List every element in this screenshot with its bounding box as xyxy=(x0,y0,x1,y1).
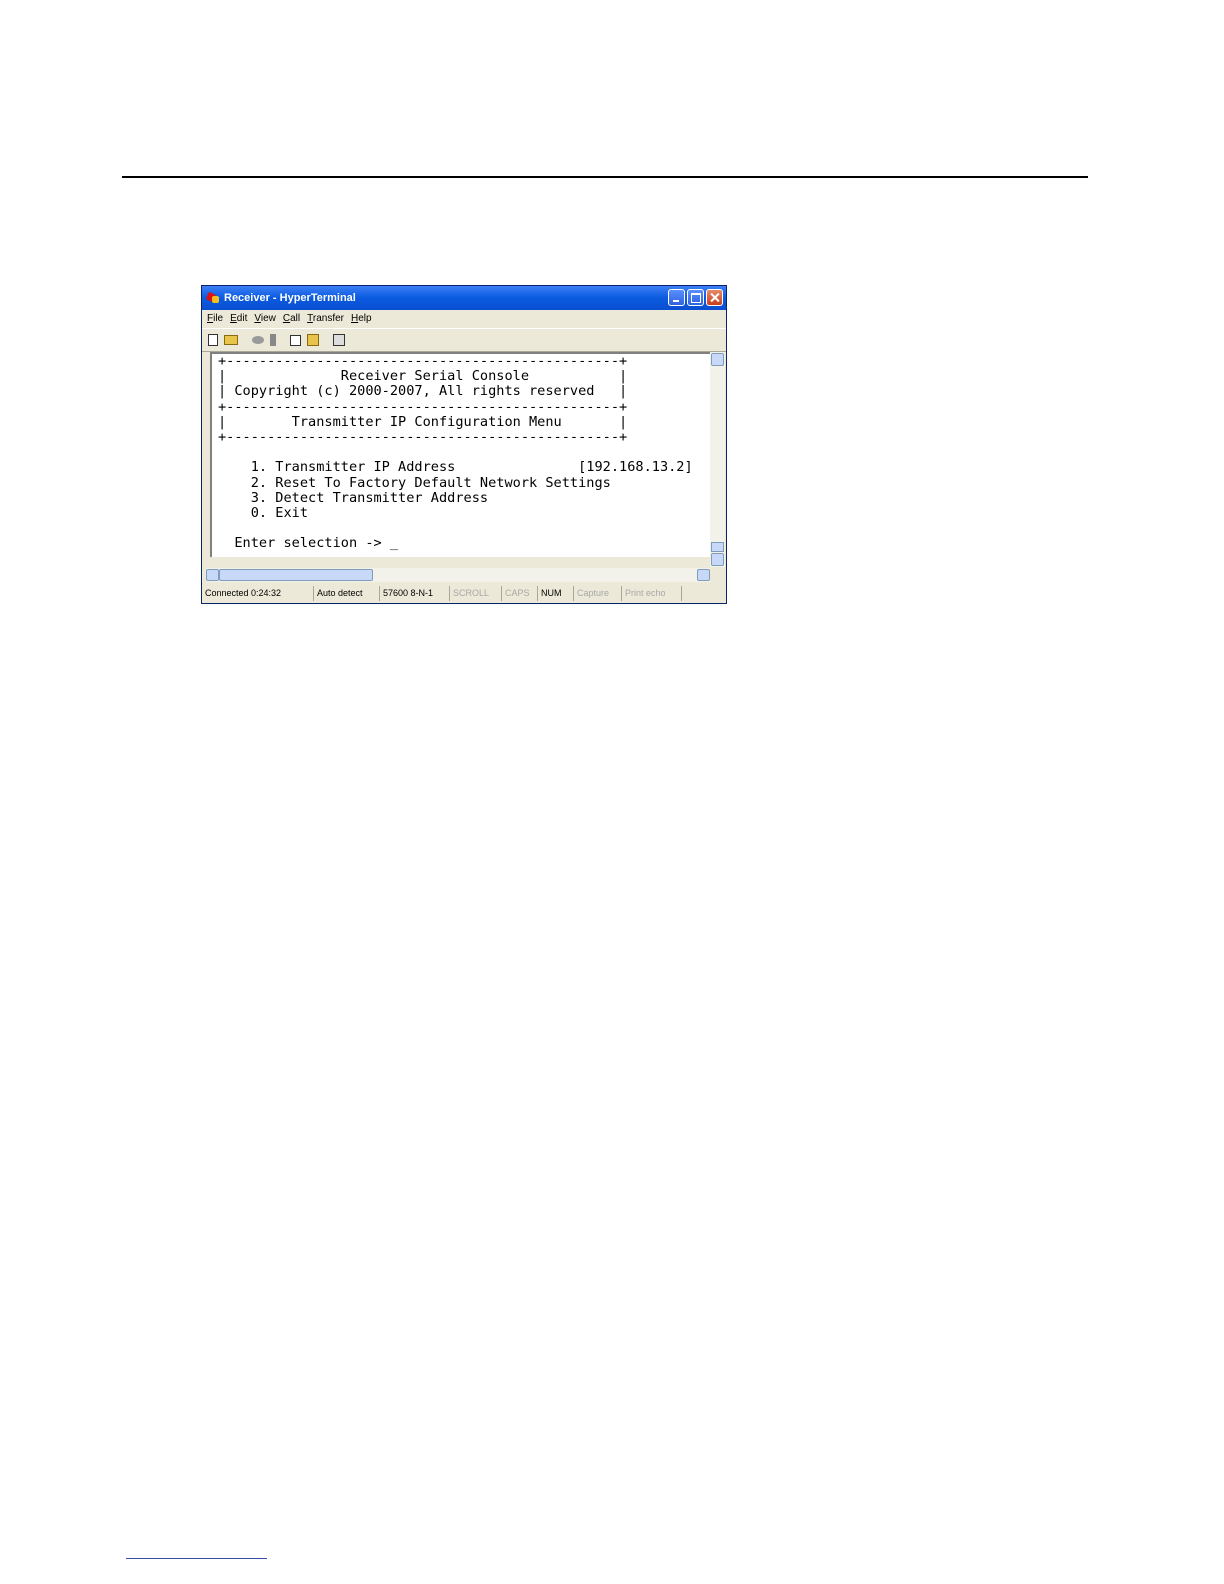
menu-file[interactable]: File xyxy=(207,313,223,324)
menu-help[interactable]: Help xyxy=(351,313,372,324)
terminal-line: +---------------------------------------… xyxy=(218,353,628,369)
menu-bar: File Edit View Call Transfer Help xyxy=(202,310,726,327)
scroll-right-icon[interactable] xyxy=(697,569,710,581)
maximize-button[interactable] xyxy=(687,289,704,306)
terminal-line: | Receiver Serial Console | xyxy=(218,368,628,385)
menu-view[interactable]: View xyxy=(254,313,276,324)
menu-option-detect-transmitter: 3. Detect Transmitter Address xyxy=(218,489,489,506)
terminal-line: +---------------------------------------… xyxy=(218,429,628,446)
status-scroll: SCROLL xyxy=(450,586,502,601)
menu-edit[interactable]: Edit xyxy=(230,313,247,324)
terminal-line: | Transmitter IP Configuration Menu | xyxy=(218,413,628,430)
scroll-down-icon[interactable] xyxy=(711,553,724,566)
selection-prompt: Enter selection -> _ xyxy=(218,535,399,552)
status-detect: Auto detect xyxy=(314,586,380,601)
hyperterminal-window: Receiver - HyperTerminal File Edit View … xyxy=(201,285,727,604)
vertical-scrollbar[interactable] xyxy=(710,352,725,567)
send-icon[interactable] xyxy=(290,334,301,346)
title-bar[interactable]: Receiver - HyperTerminal xyxy=(202,286,726,310)
status-connected: Connected 0:24:32 xyxy=(202,586,314,601)
status-print-echo: Print echo xyxy=(622,586,682,601)
status-num: NUM xyxy=(538,586,574,601)
status-capture: Capture xyxy=(574,586,622,601)
scroll-up-icon[interactable] xyxy=(711,353,724,366)
terminal-line: +---------------------------------------… xyxy=(218,398,628,415)
menu-option-transmitter-ip: 1. Transmitter IP Address [192.168.13.2] xyxy=(218,459,693,476)
menu-option-exit: 0. Exit xyxy=(218,505,309,522)
call-icon[interactable] xyxy=(252,336,264,344)
hangup-icon[interactable] xyxy=(270,334,276,346)
minimize-button[interactable] xyxy=(668,289,685,306)
status-caps: CAPS xyxy=(502,586,538,601)
menu-transfer[interactable]: Transfer xyxy=(307,313,344,324)
menu-call[interactable]: Call xyxy=(283,313,300,324)
new-icon[interactable] xyxy=(208,334,218,346)
status-port: 57600 8-N-1 xyxy=(380,586,450,601)
footer-link-underline xyxy=(126,1558,267,1559)
page-top-rule xyxy=(122,176,1088,178)
properties-icon[interactable] xyxy=(333,334,345,346)
toolbar xyxy=(202,328,726,352)
terminal-text: +---------------------------------------… xyxy=(218,353,693,552)
window-controls xyxy=(668,289,723,306)
horizontal-scrollbar[interactable] xyxy=(206,568,710,582)
hyperterminal-app-icon[interactable] xyxy=(206,291,220,305)
terminal-line: | Copyright (c) 2000-2007, All rights re… xyxy=(218,383,628,400)
menu-option-reset-defaults: 2. Reset To Factory Default Network Sett… xyxy=(218,474,611,491)
vertical-scroll-thumb[interactable] xyxy=(711,542,724,552)
open-icon[interactable] xyxy=(224,335,238,345)
window-title: Receiver - HyperTerminal xyxy=(224,292,356,304)
status-bar: Connected 0:24:32 Auto detect 57600 8-N-… xyxy=(202,584,726,603)
terminal-screen[interactable]: +---------------------------------------… xyxy=(210,352,710,557)
horizontal-scroll-thumb[interactable] xyxy=(219,569,373,581)
scroll-left-icon[interactable] xyxy=(206,569,219,581)
close-button[interactable] xyxy=(706,289,723,306)
receive-icon[interactable] xyxy=(307,334,319,346)
